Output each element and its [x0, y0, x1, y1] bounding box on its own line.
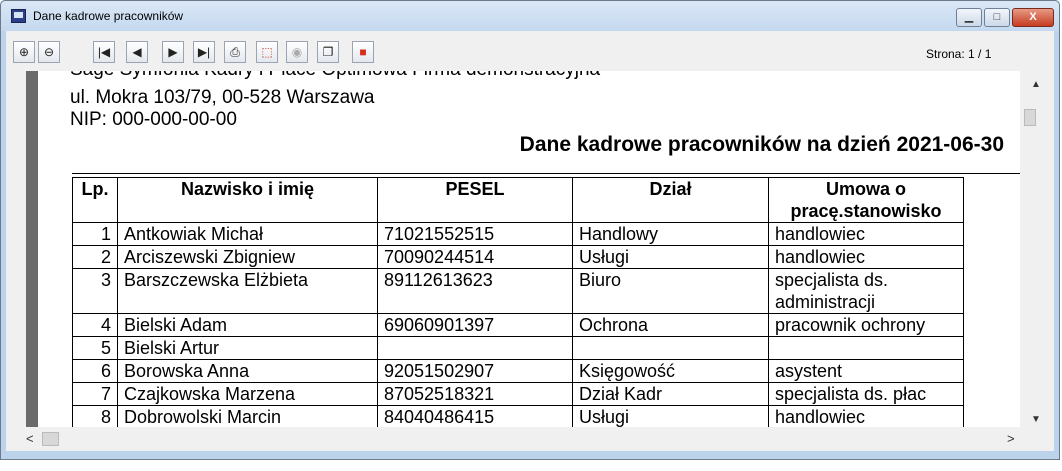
row-lp: 8 — [72, 405, 118, 427]
previous-page-icon[interactable]: ◀ — [126, 41, 148, 63]
row-role — [768, 336, 964, 360]
column-header-pesel: PESEL — [377, 177, 573, 223]
close-preview-icon[interactable]: ■ — [352, 41, 374, 63]
row-pesel — [377, 336, 573, 360]
row-name: Bielski Adam — [117, 313, 378, 337]
horizontal-scroll-thumb[interactable] — [42, 432, 59, 446]
pdf-export-icon[interactable]: ⬚ — [256, 41, 278, 63]
row-lp: 7 — [72, 382, 118, 406]
row-pesel: 87052518321 — [377, 382, 573, 406]
last-page-icon[interactable]: ▶| — [193, 41, 215, 63]
row-dept — [572, 336, 769, 360]
scroll-right-icon[interactable]: > — [1007, 431, 1015, 446]
table-row: 5 Bielski Artur — [72, 336, 964, 360]
row-dept: Usługi — [572, 405, 769, 427]
row-lp: 4 — [72, 313, 118, 337]
row-lp: 1 — [72, 222, 118, 246]
scroll-up-icon[interactable]: ▲ — [1031, 79, 1041, 90]
table-header-row: Lp. Nazwisko i imię PESEL Dział Umowa o … — [72, 177, 964, 223]
row-pesel: 69060901397 — [377, 313, 573, 337]
preview-toolbar: ⊕ ⊖ |◀ ◀ ▶ ▶| ⎙ ⬚ ◉ ❐ ■ Strona: 1 / 1 — [6, 31, 1054, 71]
maximize-button[interactable]: □ — [984, 8, 1010, 27]
row-name: Dobrowolski Marcin — [117, 405, 378, 427]
row-pesel: 89112613623 — [377, 268, 573, 314]
row-role: specjalista ds. płac — [768, 382, 964, 406]
next-page-icon[interactable]: ▶ — [162, 41, 184, 63]
table-row: 1 Antkowiak Michał 71021552515 Handlowy … — [72, 222, 964, 246]
row-role: handlowiec — [768, 222, 964, 246]
report-title: Dane kadrowe pracowników na dzień 2021-0… — [519, 133, 1004, 156]
column-header-dept: Dział — [572, 177, 769, 223]
row-dept: Biuro — [572, 268, 769, 314]
app-icon — [11, 9, 26, 23]
row-role: handlowiec — [768, 405, 964, 427]
row-pesel: 71021552515 — [377, 222, 573, 246]
title-divider — [72, 173, 1020, 174]
scroll-down-icon[interactable]: ▼ — [1031, 414, 1041, 425]
company-nip: NIP: 000-000-00-00 — [70, 109, 237, 130]
window-title: Dane kadrowe pracowników — [33, 9, 184, 23]
minimize-button[interactable]: ▁ — [956, 8, 982, 27]
vertical-scrollbar[interactable]: ▲ ▼ — [1020, 71, 1054, 427]
print-icon[interactable]: ⎙ — [224, 41, 246, 63]
copy-icon[interactable]: ❐ — [317, 41, 339, 63]
page-indicator: Strona: 1 / 1 — [926, 47, 992, 61]
title-bar[interactable]: Dane kadrowe pracowników ▁ □ X — [1, 1, 1059, 31]
row-name: Czajkowska Marzena — [117, 382, 378, 406]
mail-icon[interactable]: ◉ — [286, 41, 308, 63]
table-row: 3 Barszczewska Elżbieta 89112613623 Biur… — [72, 268, 964, 314]
row-dept: Usługi — [572, 245, 769, 269]
employee-table: Lp. Nazwisko i imię PESEL Dział Umowa o … — [72, 177, 964, 427]
table-row: 2 Arciszewski Zbigniew 70090244514 Usług… — [72, 245, 964, 269]
company-address: ul. Mokra 103/79, 00-528 Warszawa — [70, 87, 375, 108]
first-page-icon[interactable]: |◀ — [93, 41, 115, 63]
column-header-lp: Lp. — [72, 177, 118, 223]
row-role: pracownik ochrony — [768, 313, 964, 337]
zoom-in-icon[interactable]: ⊕ — [13, 41, 35, 63]
table-row: 6 Borowska Anna 92051502907 Księgowość a… — [72, 359, 964, 383]
row-dept: Dział Kadr — [572, 382, 769, 406]
column-header-role: Umowa o pracę.stanowisko — [768, 177, 964, 223]
row-dept: Księgowość — [572, 359, 769, 383]
horizontal-scrollbar[interactable]: < > — [6, 427, 1054, 451]
report-page: Sage Symfonia Kadry i Płace Optimowa Fir… — [38, 71, 1020, 427]
row-lp: 2 — [72, 245, 118, 269]
table-row: 7 Czajkowska Marzena 87052518321 Dział K… — [72, 382, 964, 406]
row-pesel: 70090244514 — [377, 245, 573, 269]
row-role: handlowiec — [768, 245, 964, 269]
row-pesel: 84040486415 — [377, 405, 573, 427]
row-lp: 5 — [72, 336, 118, 360]
close-window-button[interactable]: X — [1012, 8, 1054, 27]
zoom-out-icon[interactable]: ⊖ — [38, 41, 60, 63]
report-window: Dane kadrowe pracowników ▁ □ X ⊕ ⊖ |◀ ◀ … — [0, 0, 1060, 460]
row-name: Arciszewski Zbigniew — [117, 245, 378, 269]
row-role: specjalista ds. administracji — [768, 268, 964, 314]
vertical-scroll-thumb[interactable] — [1024, 109, 1036, 126]
row-dept: Handlowy — [572, 222, 769, 246]
left-margin — [6, 71, 26, 427]
page-edge-bar — [26, 71, 38, 427]
row-name: Antkowiak Michał — [117, 222, 378, 246]
row-dept: Ochrona — [572, 313, 769, 337]
row-lp: 3 — [72, 268, 118, 314]
company-name: Sage Symfonia Kadry i Płace Optimowa Fir… — [70, 71, 600, 81]
row-name: Borowska Anna — [117, 359, 378, 383]
scroll-left-icon[interactable]: < — [26, 431, 34, 446]
row-name: Bielski Artur — [117, 336, 378, 360]
row-pesel: 92051502907 — [377, 359, 573, 383]
column-header-name: Nazwisko i imię — [117, 177, 378, 223]
row-name: Barszczewska Elżbieta — [117, 268, 378, 314]
table-row: 8 Dobrowolski Marcin 84040486415 Usługi … — [72, 405, 964, 427]
preview-area: Sage Symfonia Kadry i Płace Optimowa Fir… — [6, 71, 1054, 451]
table-row: 4 Bielski Adam 69060901397 Ochrona praco… — [72, 313, 964, 337]
row-role: asystent — [768, 359, 964, 383]
row-lp: 6 — [72, 359, 118, 383]
